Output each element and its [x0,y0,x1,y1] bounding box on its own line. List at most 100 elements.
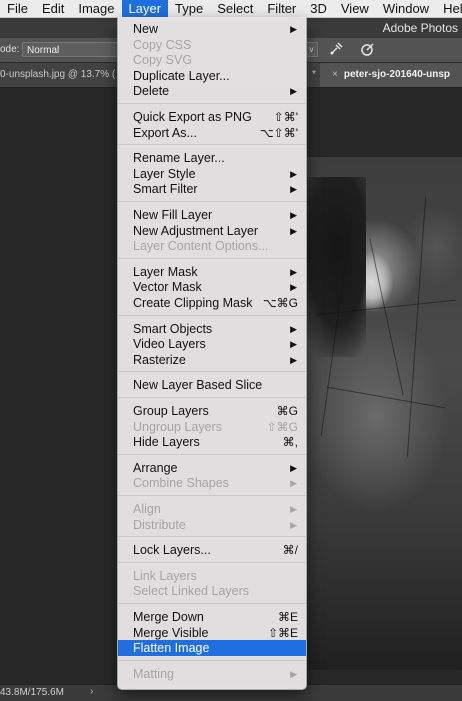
layer-menu: New ▶ Copy CSS Copy SVG Duplicate Layer... De… [117,17,307,690]
submenu-arrow-icon: ▶ [290,210,297,220]
menu-item-shortcut: ⌘/ [282,543,298,558]
menu-item-label: Smart Filter [133,182,198,197]
menu-item-label: New Adjustment Layer [133,223,259,238]
submenu-arrow-icon: ▶ [290,323,297,334]
submenu-arrow-icon: ▶ [290,86,297,97]
menu-item-label: New [133,22,159,36]
menubar-item-view[interactable]: View [334,0,376,17]
menu-item-merge-visible[interactable]: Merge Visible ⇧⌘E [118,625,306,641]
menu-separator [118,371,306,373]
submenu-arrow-icon: ▶ [290,225,297,236]
menu-item-link-layers: Link Layers [118,568,306,584]
menu-item-shortcut: ⌥⌘G [262,296,298,310]
menu-item-copy-css: Copy CSS [118,37,306,53]
menu-item-video-layers[interactable]: Video Layers ▶ [118,336,306,352]
menu-item-new-adjustment-layer[interactable]: New Adjustment Layer ▶ [118,223,306,239]
menu-item-smart-filter[interactable]: Smart Filter ▶ [118,181,306,197]
menu-item-copy-svg: Copy SVG [118,52,306,68]
status-menu-arrow[interactable]: › [90,686,93,697]
menu-item-rename-layer[interactable]: Rename Layer... [118,150,306,166]
menu-item-label: Export As... [133,125,197,140]
menu-item-flatten-image[interactable]: Flatten Image [118,640,306,657]
menu-item-label: Vector Mask [133,280,202,295]
menubar-item-type[interactable]: Type [168,0,210,17]
tab-document-1-label: 0-unsplash.jpg @ 13.7% ( [0,69,115,80]
menu-item-distribute: Distribute ▶ [118,517,306,533]
menu-item-label: Flatten Image [133,641,210,656]
document-image[interactable] [306,157,462,670]
menu-item-shortcut: ⇧⌘E [267,625,298,640]
menu-item-label: Select Linked Layers [133,584,250,599]
menu-separator [118,561,306,563]
menu-item-delete[interactable]: Delete ▶ [118,83,306,99]
dropdown-arrow[interactable]: v [306,42,318,57]
submenu-arrow-icon: ▶ [290,339,297,350]
menubar-item-image[interactable]: Image [71,0,121,17]
menu-item-label: Layer Style [133,166,196,181]
menu-separator [118,103,306,104]
menu-item-new[interactable]: New ▶ [118,21,306,37]
blend-mode-select[interactable]: Normal [22,42,118,57]
tab-document-1[interactable]: 0-unsplash.jpg @ 13.7% ( [0,63,115,87]
menu-item-label: Layer Content Options... [133,239,269,254]
menu-item-vector-mask[interactable]: Vector Mask ▶ [118,279,306,295]
menubar-item-edit[interactable]: Edit [35,0,71,17]
tab-document-2[interactable]: * [308,63,320,87]
menu-item-label: Link Layers [133,568,197,583]
close-icon[interactable]: × [332,69,338,80]
menu-item-merge-down[interactable]: Merge Down ⌘E [118,609,306,625]
menubar-item-filter[interactable]: Filter [260,0,303,17]
menubar-item-layer[interactable]: Layer [121,0,169,17]
menu-item-smart-objects[interactable]: Smart Objects ▶ [118,321,306,337]
menu-separator [118,144,306,146]
pressure-icon[interactable] [360,41,376,57]
menu-item-label: Distribute [133,517,186,532]
submenu-arrow-icon: ▶ [290,668,297,679]
menu-item-label: New Fill Layer [133,208,213,222]
menu-separator [118,495,306,496]
menu-item-label: Video Layers [133,337,206,352]
menu-item-layer-style[interactable]: Layer Style ▶ [118,166,306,182]
menu-separator [118,314,306,316]
menu-item-label: Quick Export as PNG [133,110,252,124]
menu-item-shortcut: ⇧⌘' [273,110,298,124]
menubar-item-help[interactable]: Help [436,0,462,17]
menu-item-group-layers[interactable]: Group Layers ⌘G [118,403,306,419]
menu-item-align: Align ▶ [118,501,306,517]
airbrush-icon[interactable] [328,41,344,57]
submenu-arrow-icon: ▶ [290,184,297,195]
menu-item-quick-export-as-png[interactable]: Quick Export as PNG ⇧⌘' [118,109,306,125]
menu-item-layer-mask[interactable]: Layer Mask ▶ [118,264,306,280]
menu-item-new-fill-layer[interactable]: New Fill Layer ▶ [118,207,306,223]
menu-item-label: Duplicate Layer... [133,68,230,83]
menu-item-matting: Matting ▶ [118,666,306,682]
menu-item-label: Layer Mask [133,264,198,279]
menu-item-export-as[interactable]: Export As... ⌥⇧⌘' [118,125,306,141]
menu-item-hide-layers[interactable]: Hide Layers ⌘, [118,434,306,450]
menubar-item-file[interactable]: File [0,0,35,17]
menu-separator [118,453,306,455]
menu-item-label: Merge Visible [133,625,209,640]
menubar-item-3d[interactable]: 3D [303,0,334,17]
menu-item-duplicate-layer[interactable]: Duplicate Layer... [118,68,306,84]
menubar-item-window[interactable]: Window [376,0,436,17]
menu-item-shortcut: ⇧⌘G [266,419,298,434]
submenu-arrow-icon: ▶ [290,519,297,530]
menu-item-combine-shapes: Combine Shapes ▶ [118,475,306,491]
tab-document-active[interactable]: × peter-sjo-201640-unsp [320,63,462,87]
menu-item-label: Create Clipping Mask [133,296,253,310]
submenu-arrow-icon: ▶ [290,266,297,277]
menu-item-new-layer-based-slice[interactable]: New Layer Based Slice [118,377,306,393]
submenu-arrow-icon: ▶ [290,282,297,293]
menu-item-arrange[interactable]: Arrange ▶ [118,460,306,476]
menu-item-create-clipping-mask[interactable]: Create Clipping Mask ⌥⌘G [118,295,306,311]
menubar-item-select[interactable]: Select [210,0,260,17]
app-title: Adobe Photos [382,21,458,35]
menu-item-rasterize[interactable]: Rasterize ▶ [118,352,306,368]
mode-label: ode: [0,44,20,55]
menu-item-label: New Layer Based Slice [133,378,263,393]
menu-item-lock-layers[interactable]: Lock Layers... ⌘/ [118,542,306,558]
tab-document-2-label: * [312,69,316,80]
menu-item-label: Matting [133,666,174,681]
menu-bar: File Edit Image Layer Type Select Filter 3D View… [0,0,462,18]
